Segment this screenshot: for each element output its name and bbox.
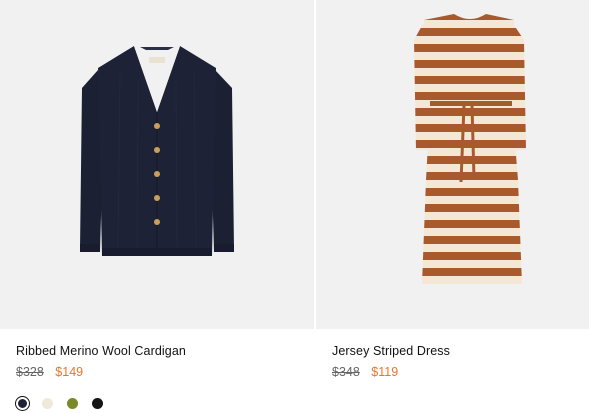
dress-illustration bbox=[414, 14, 526, 284]
product-image-striped-dress[interactable] bbox=[316, 0, 589, 329]
product-grid: Ribbed Merino Wool Cardigan $328 $149 Je… bbox=[0, 0, 589, 413]
original-price: $348 bbox=[332, 365, 360, 379]
original-price: $328 bbox=[16, 365, 44, 379]
product-card-striped-dress[interactable]: Jersey Striped Dress $348 $119 bbox=[316, 0, 589, 413]
product-prices: $348 $119 bbox=[332, 365, 398, 379]
color-swatch-olive[interactable] bbox=[65, 396, 80, 411]
color-swatch-navy[interactable] bbox=[15, 396, 30, 411]
product-title[interactable]: Ribbed Merino Wool Cardigan bbox=[16, 344, 186, 358]
color-swatch-black[interactable] bbox=[90, 396, 105, 411]
sale-price: $149 bbox=[55, 365, 84, 379]
sale-price: $119 bbox=[371, 365, 399, 379]
product-card-cardigan[interactable]: Ribbed Merino Wool Cardigan $328 $149 bbox=[0, 0, 314, 413]
product-image-cardigan[interactable] bbox=[0, 0, 314, 329]
product-prices: $328 $149 bbox=[16, 365, 83, 379]
cardigan-illustration bbox=[80, 46, 234, 256]
color-swatches bbox=[15, 396, 105, 411]
color-swatch-cream[interactable] bbox=[40, 396, 55, 411]
product-title[interactable]: Jersey Striped Dress bbox=[332, 344, 450, 358]
